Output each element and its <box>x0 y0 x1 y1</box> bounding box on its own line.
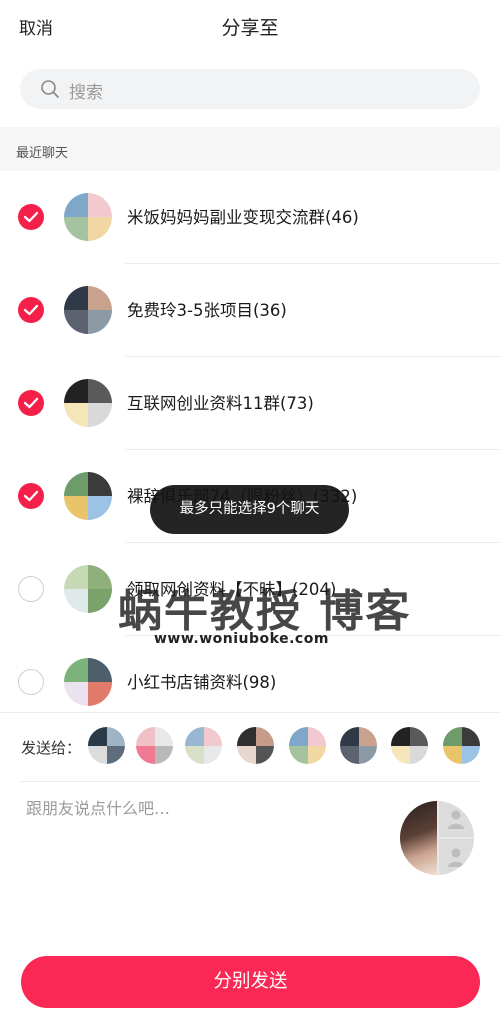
page-title: 分享至 <box>221 17 279 39</box>
chat-row[interactable]: 免费玲3-5张项目(36) <box>0 264 500 357</box>
send-to-bar: 发送给： <box>0 712 500 783</box>
share-preview-avatar <box>400 801 474 875</box>
chat-name: 免费玲3-5张项目(36) <box>127 301 287 320</box>
check-icon <box>23 397 39 409</box>
toast-message: 最多只能选择9个聊天 <box>150 485 349 534</box>
checkbox-unchecked[interactable] <box>18 669 44 695</box>
send-separately-button[interactable]: 分别发送 <box>21 956 480 1008</box>
checkbox-checked[interactable] <box>18 297 44 323</box>
selected-avatar[interactable] <box>185 727 222 764</box>
selected-avatar[interactable] <box>443 727 480 764</box>
chat-name: 小红书店铺资料(98) <box>127 673 277 692</box>
selected-avatar[interactable] <box>136 727 173 764</box>
search-placeholder: 搜索 <box>69 83 103 103</box>
check-icon <box>23 304 39 316</box>
group-avatar <box>64 472 112 520</box>
person-placeholder-icon <box>439 839 474 875</box>
message-input[interactable]: 跟朋友说点什么吧… <box>26 795 170 819</box>
divider <box>20 781 480 782</box>
selected-avatar[interactable] <box>340 727 377 764</box>
checkbox-checked[interactable] <box>18 390 44 416</box>
check-icon <box>23 490 39 502</box>
selected-avatar[interactable] <box>237 727 274 764</box>
send-to-label: 发送给： <box>21 739 82 757</box>
check-icon <box>23 211 39 223</box>
chat-name: 米饭妈妈妈副业变现交流群(46) <box>127 208 359 227</box>
top-bar: 取消 分享至 <box>0 0 500 54</box>
checkbox-checked[interactable] <box>18 483 44 509</box>
group-avatar <box>64 286 112 334</box>
group-avatar <box>64 379 112 427</box>
section-label: 最近聊天 <box>16 146 69 161</box>
selected-avatar[interactable] <box>88 727 125 764</box>
selected-avatar[interactable] <box>289 727 326 764</box>
checkbox-unchecked[interactable] <box>18 576 44 602</box>
chat-name: 领取网创资料【不昧】(204) <box>127 580 337 599</box>
search-icon <box>41 80 59 98</box>
chat-row[interactable]: 领取网创资料【不昧】(204) <box>0 543 500 636</box>
section-header: 最近聊天 <box>0 127 500 171</box>
chat-row[interactable]: 米饭妈妈妈副业变现交流群(46) <box>0 171 500 264</box>
chat-row[interactable]: 互联网创业资料11群(73) <box>0 357 500 450</box>
group-avatar <box>64 565 112 613</box>
selected-avatar[interactable] <box>391 727 428 764</box>
group-avatar <box>64 658 112 706</box>
preview-photo <box>400 801 437 875</box>
chat-list: 米饭妈妈妈副业变现交流群(46) 免费玲3-5张项目(36) 互联网创业资料11… <box>0 171 500 729</box>
search-input[interactable]: 搜索 <box>20 69 480 109</box>
person-placeholder-icon <box>439 801 474 837</box>
checkbox-checked[interactable] <box>18 204 44 230</box>
group-avatar <box>64 193 112 241</box>
chat-name: 互联网创业资料11群(73) <box>127 394 314 413</box>
